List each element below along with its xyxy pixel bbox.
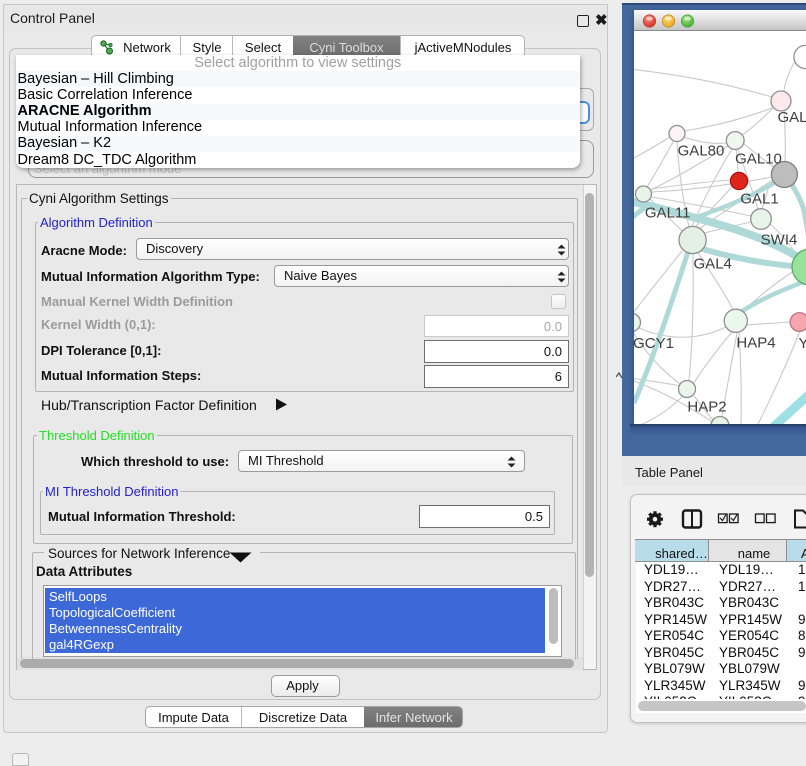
svg-text:HAP2: HAP2 xyxy=(687,399,726,416)
svg-text:GAL10: GAL10 xyxy=(735,151,782,168)
svg-text:SWI4: SWI4 xyxy=(761,232,798,249)
svg-text:GAL80: GAL80 xyxy=(678,143,725,160)
svg-text:GCY1: GCY1 xyxy=(634,335,674,352)
svg-text:GAL1: GAL1 xyxy=(740,191,778,208)
svg-text:GAL4: GAL4 xyxy=(694,256,732,273)
svg-text:YKL: YKL xyxy=(799,335,806,352)
svg-text:HAP4: HAP4 xyxy=(736,335,775,352)
svg-text:GAL80: GAL80 xyxy=(778,109,806,126)
svg-text:GAL11: GAL11 xyxy=(645,205,691,222)
